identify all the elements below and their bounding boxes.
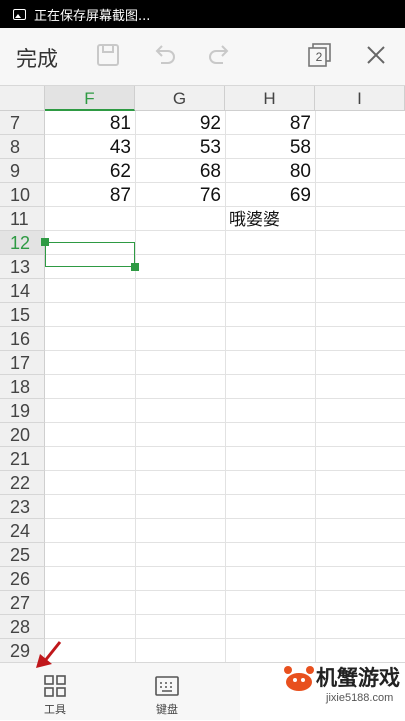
row-header-14[interactable]: 14	[0, 279, 45, 303]
undo-icon[interactable]	[149, 40, 179, 70]
row-header-17[interactable]: 17	[0, 351, 45, 375]
row-header-9[interactable]: 9	[0, 159, 45, 183]
row-divider	[45, 278, 405, 279]
row-header-21[interactable]: 21	[0, 447, 45, 471]
row-header-25[interactable]: 25	[0, 543, 45, 567]
screenshot-icon	[13, 8, 26, 20]
cell-g10[interactable]: 76	[135, 184, 225, 208]
done-button[interactable]: 完成	[16, 43, 58, 73]
row-header-19[interactable]: 19	[0, 399, 45, 423]
cell-g9[interactable]: 68	[135, 160, 225, 184]
watermark-url: jixie5188.com	[326, 692, 394, 704]
cell-h10[interactable]: 69	[225, 184, 315, 208]
row-divider	[45, 566, 405, 567]
selected-cell-f12[interactable]	[45, 242, 135, 267]
row-header-24[interactable]: 24	[0, 519, 45, 543]
row-header-22[interactable]: 22	[0, 471, 45, 495]
row-header-8[interactable]: 8	[0, 135, 45, 159]
save-icon[interactable]	[93, 40, 123, 70]
row-header-10[interactable]: 10	[0, 183, 45, 207]
row-header-20[interactable]: 20	[0, 423, 45, 447]
row-divider	[45, 326, 405, 327]
row-header-13[interactable]: 13	[0, 255, 45, 279]
column-header-f[interactable]: F	[45, 86, 135, 111]
cell-h7[interactable]: 87	[225, 112, 315, 136]
selection-handle-top-left[interactable]	[41, 238, 49, 246]
row-header-7[interactable]: 7	[0, 111, 45, 135]
row-divider	[45, 494, 405, 495]
row-header-15[interactable]: 15	[0, 303, 45, 327]
row-header-11[interactable]: 11	[0, 207, 45, 231]
cell-f7[interactable]: 81	[45, 112, 135, 136]
select-all-corner[interactable]	[0, 86, 45, 111]
watermark-brand: 机蟹游戏	[316, 666, 400, 690]
cell-f10[interactable]: 87	[45, 184, 135, 208]
row-divider	[45, 302, 405, 303]
column-header-g[interactable]: G	[135, 86, 225, 111]
keyboard-icon	[155, 676, 179, 696]
status-bar: 正在保存屏幕截图...	[0, 0, 405, 28]
spreadsheet-grid[interactable]: F G H I 7 8 9 10 11 12 13 14 15 16 17 18…	[0, 86, 405, 662]
column-divider	[315, 111, 316, 662]
tools-label: 工具	[44, 703, 66, 716]
window-switch-icon[interactable]: 2	[305, 40, 335, 70]
tools-button[interactable]: 工具	[20, 667, 90, 719]
row-header-12[interactable]: 12	[0, 231, 45, 255]
row-divider	[45, 542, 405, 543]
cell-h11[interactable]: 哦婆婆	[225, 208, 315, 232]
redo-icon[interactable]	[205, 40, 235, 70]
row-divider	[45, 446, 405, 447]
row-divider	[45, 638, 405, 639]
keyboard-label: 键盘	[156, 703, 178, 716]
watermark: 机蟹游戏 jixie5188.com	[282, 656, 405, 720]
column-header-h[interactable]: H	[225, 86, 315, 111]
cell-h9[interactable]: 80	[225, 160, 315, 184]
close-icon[interactable]	[361, 40, 391, 70]
grid-icon	[44, 675, 66, 697]
cell-f8[interactable]: 43	[45, 136, 135, 160]
row-header-23[interactable]: 23	[0, 495, 45, 519]
row-divider	[45, 350, 405, 351]
keyboard-button[interactable]: 键盘	[132, 667, 202, 719]
row-header-16[interactable]: 16	[0, 327, 45, 351]
selection-handle-bottom-right[interactable]	[131, 263, 139, 271]
row-divider	[45, 374, 405, 375]
row-divider	[45, 614, 405, 615]
row-divider	[45, 518, 405, 519]
window-count: 2	[315, 50, 323, 64]
row-divider	[45, 398, 405, 399]
row-header-27[interactable]: 27	[0, 591, 45, 615]
row-header-18[interactable]: 18	[0, 375, 45, 399]
row-divider	[45, 422, 405, 423]
row-header-28[interactable]: 28	[0, 615, 45, 639]
row-header-26[interactable]: 26	[0, 567, 45, 591]
cell-h8[interactable]: 58	[225, 136, 315, 160]
crab-logo-icon	[284, 666, 314, 691]
row-divider	[45, 470, 405, 471]
cell-g8[interactable]: 53	[135, 136, 225, 160]
toolbar: 完成 2	[0, 28, 405, 86]
status-text: 正在保存屏幕截图...	[34, 8, 151, 24]
column-header-i[interactable]: I	[315, 86, 405, 111]
cell-f9[interactable]: 62	[45, 160, 135, 184]
row-divider	[45, 590, 405, 591]
cell-g7[interactable]: 92	[135, 112, 225, 136]
red-arrow-annotation	[36, 641, 62, 668]
